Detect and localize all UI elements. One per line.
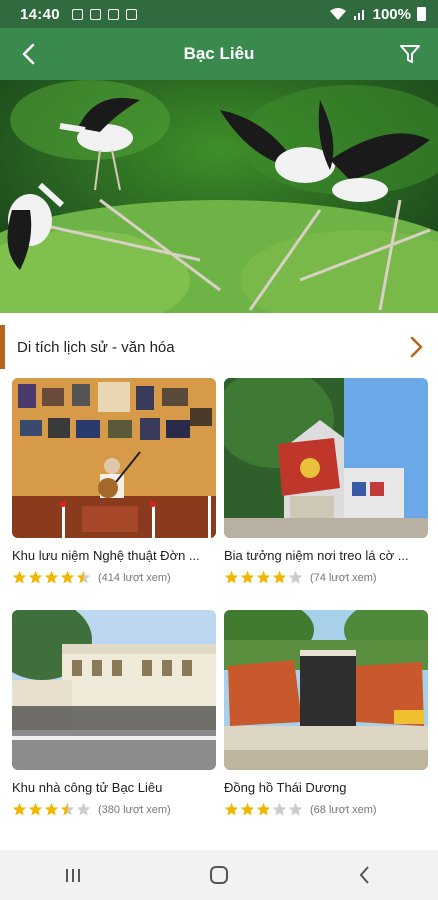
star-icon: [240, 570, 255, 584]
back-button[interactable]: [14, 40, 42, 68]
star-icon: [12, 570, 27, 584]
place-name: Khu nhà công tử Bạc Liêu: [12, 780, 163, 795]
notification-icon: [125, 8, 137, 20]
home-button[interactable]: [207, 863, 231, 887]
star-icon: [240, 802, 255, 816]
star-icon: [28, 570, 43, 584]
page-title: Bạc Liêu: [183, 44, 255, 63]
battery-level: 100%: [372, 5, 411, 23]
back-nav-button[interactable]: [353, 863, 377, 887]
place-image: [12, 378, 216, 538]
recent-apps-button[interactable]: [61, 863, 85, 887]
star-icon: [256, 570, 271, 584]
section-accent-bar: [0, 325, 5, 369]
back-arrow-icon: [22, 43, 35, 65]
rating-stars: [12, 570, 91, 585]
place-rating: (74 lượt xem): [224, 570, 428, 585]
rating-stars: [12, 802, 91, 817]
place-name: Đồng hồ Thái Dương: [224, 780, 347, 795]
rating-stars: [224, 802, 303, 817]
star-icon: [288, 570, 303, 584]
status-time: 14:40: [20, 5, 60, 23]
star-icon: [60, 570, 75, 584]
star-icon: [224, 802, 239, 816]
notification-icon: [107, 8, 119, 20]
star-icon: [76, 802, 91, 816]
star-icon: [76, 570, 91, 584]
star-icon: [256, 802, 271, 816]
filter-icon: [400, 45, 420, 63]
place-card[interactable]: Khu nhà công tử Bạc Liêu (380 lượt xem): [12, 610, 216, 817]
star-icon: [60, 802, 75, 816]
star-icon: [288, 802, 303, 816]
section-title: Di tích lịch sử - văn hóa: [17, 338, 175, 356]
place-name: Khu lưu niệm Nghệ thuật Đờn ...: [12, 548, 200, 563]
star-icon: [44, 802, 59, 816]
star-icon: [12, 802, 27, 816]
star-icon: [44, 570, 59, 584]
wifi-icon: [329, 8, 346, 20]
status-right: 100%: [329, 6, 426, 23]
place-card[interactable]: Đồng hồ Thái Dương (68 lượt xem): [224, 610, 428, 817]
filter-button[interactable]: [396, 40, 424, 68]
battery-icon: [417, 7, 426, 21]
place-image: [12, 610, 216, 770]
chevron-right-icon[interactable]: [404, 333, 428, 361]
star-icon: [272, 570, 287, 584]
view-count: (68 lượt xem): [310, 803, 377, 816]
place-rating: (68 lượt xem): [224, 802, 428, 817]
rating-stars: [224, 570, 303, 585]
star-icon: [28, 802, 43, 816]
app-bar: Bạc Liêu: [0, 28, 438, 80]
view-count: (74 lượt xem): [310, 571, 377, 584]
view-count: (380 lượt xem): [98, 803, 171, 816]
view-count: (414 lượt xem): [98, 571, 171, 584]
star-icon: [224, 570, 239, 584]
place-card[interactable]: Khu lưu niệm Nghệ thuật Đờn ... (414 lượ…: [12, 378, 216, 585]
place-card[interactable]: Bia tưởng niệm nơi treo lá cờ ... (74 lư…: [224, 378, 428, 585]
place-rating: (380 lượt xem): [12, 802, 216, 817]
star-icon: [272, 802, 287, 816]
hero-image: [0, 80, 438, 313]
status-bar: 14:40 100%: [0, 0, 438, 28]
system-nav-bar: [0, 850, 438, 900]
place-rating: (414 lượt xem): [12, 570, 216, 585]
signal-icon: [353, 10, 364, 20]
notification-icon: [89, 8, 101, 20]
notification-icons: [71, 8, 137, 20]
section-header[interactable]: Di tích lịch sử - văn hóa: [0, 325, 438, 369]
place-name: Bia tưởng niệm nơi treo lá cờ ...: [224, 548, 409, 563]
notification-icon: [71, 8, 83, 20]
place-image: [224, 378, 428, 538]
place-image: [224, 610, 428, 770]
